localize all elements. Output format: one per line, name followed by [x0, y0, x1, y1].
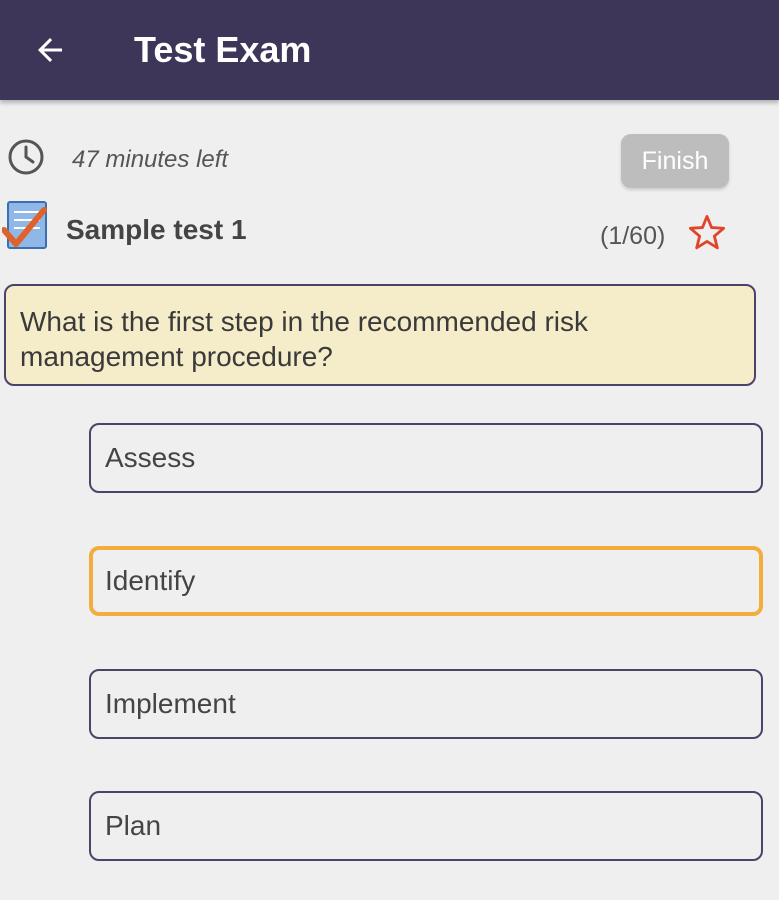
answer-option-identify[interactable]: Identify	[89, 546, 763, 616]
clock-icon	[8, 139, 44, 175]
timer-row: 47 minutes left Finish	[0, 130, 779, 190]
question-box: What is the first step in the recommende…	[4, 284, 756, 386]
arrow-left-icon	[38, 38, 62, 62]
checklist-icon	[2, 201, 47, 249]
answer-option-implement[interactable]: Implement	[89, 669, 763, 739]
question-counter: (1/60)	[600, 222, 666, 250]
finish-button[interactable]: Finish	[621, 134, 729, 188]
answer-option-assess[interactable]: Assess	[89, 423, 763, 493]
test-header: Sample test 1 (1/60)	[0, 198, 779, 262]
answer-option-plan[interactable]: Plan	[89, 791, 763, 861]
time-remaining: 47 minutes left	[72, 146, 229, 173]
test-name: Sample test 1	[66, 214, 247, 245]
page-title: Test Exam	[134, 29, 312, 70]
app-bar: Test Exam	[0, 0, 779, 100]
back-button[interactable]	[26, 26, 74, 74]
star-outline-icon[interactable]	[686, 212, 728, 254]
